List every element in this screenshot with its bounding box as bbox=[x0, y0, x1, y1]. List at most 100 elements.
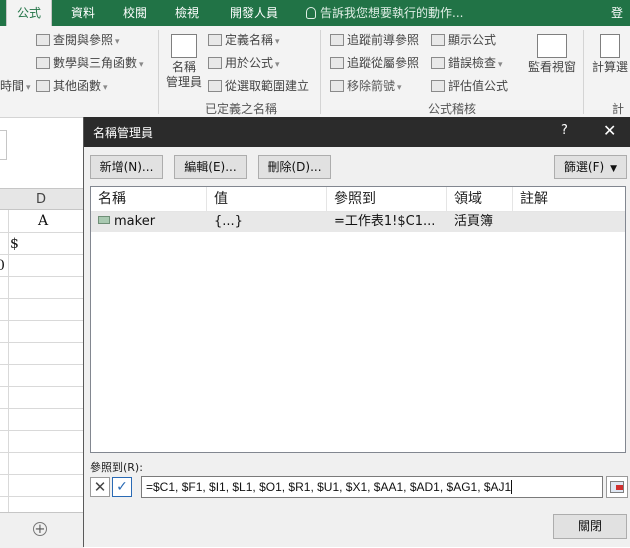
delete-button[interactable]: 刪除(D)... bbox=[258, 155, 331, 179]
close-icon[interactable]: ✕ bbox=[603, 121, 616, 140]
gridline bbox=[0, 232, 84, 233]
watch-window-button[interactable]: 監看視窗 bbox=[527, 34, 577, 75]
gridline bbox=[0, 342, 84, 343]
names-list-header: 名稱 值 參照到 領域 註解 bbox=[91, 187, 625, 212]
dialog-title: 名稱管理員 bbox=[93, 126, 154, 140]
row-refers-to: =工作表1!$C1... bbox=[334, 214, 436, 229]
define-name-label: 定義名稱 bbox=[225, 33, 274, 47]
show-formulas-button[interactable]: 顯示公式 bbox=[431, 30, 496, 50]
gridline bbox=[0, 474, 84, 475]
column-header-refers-to[interactable]: 參照到 bbox=[327, 187, 447, 211]
trace-dependents-button[interactable]: 追蹤從屬參照 bbox=[330, 53, 419, 73]
lookup-icon bbox=[36, 34, 50, 46]
evaluate-formula-button[interactable]: 評估值公式 bbox=[431, 76, 508, 96]
trace-dependents-icon bbox=[330, 57, 344, 69]
column-header-name[interactable]: 名稱 bbox=[91, 187, 207, 211]
new-button[interactable]: 新增(N)... bbox=[90, 155, 163, 179]
column-letter: D bbox=[36, 192, 47, 207]
tab-review[interactable]: 校閱 bbox=[112, 0, 158, 26]
error-checking-label: 錯誤檢查 bbox=[448, 56, 497, 70]
tell-me-box[interactable]: 告訴我您想要執行的動作... bbox=[306, 0, 463, 26]
datetime-button[interactable]: 時間 ▾ bbox=[0, 76, 31, 96]
row-scope: 活頁簿 bbox=[454, 214, 494, 229]
plus-icon[interactable]: + bbox=[33, 522, 47, 536]
gridline bbox=[8, 210, 9, 513]
ribbon-tab-bar: 公式 資料 校閱 檢視 開發人員 告訴我您想要執行的動作... 登入 bbox=[0, 0, 630, 46]
group-divider bbox=[320, 30, 321, 114]
column-header-scope[interactable]: 領域 bbox=[447, 187, 513, 211]
cell-value[interactable]: 0 bbox=[0, 258, 5, 274]
trace-precedents-label: 追蹤前導參照 bbox=[347, 33, 420, 47]
create-from-selection-label: 從選取範圍建立 bbox=[225, 79, 310, 93]
filter-label: 篩選(F) bbox=[563, 160, 605, 174]
checkmark-icon[interactable]: ✓ bbox=[112, 477, 132, 497]
trace-precedents-button[interactable]: 追蹤前導參照 bbox=[330, 30, 419, 50]
gridline bbox=[0, 298, 84, 299]
table-row[interactable]: maker {...} =工作表1!$C1... 活頁簿 bbox=[91, 212, 625, 232]
remove-arrows-label: 移除箭號 bbox=[347, 79, 396, 93]
cell-value[interactable]: A bbox=[38, 213, 48, 229]
cell-value[interactable]: $ bbox=[10, 236, 19, 252]
refers-to-input[interactable]: =$C1, $F1, $I1, $L1, $O1, $R1, $U1, $X1,… bbox=[141, 476, 603, 498]
dialog-title-bar[interactable]: 名稱管理員 ? ✕ bbox=[84, 117, 630, 147]
lookup-ref-button[interactable]: 查閱與參照 ▾ bbox=[36, 30, 120, 50]
calculation-options-button[interactable]: 計算選 bbox=[590, 34, 630, 75]
gridline bbox=[0, 320, 84, 321]
calculation-group-label: 計 bbox=[612, 102, 625, 116]
calculation-options-label: 計算選 bbox=[591, 60, 628, 74]
refers-to-label: 參照到(R): bbox=[90, 461, 143, 474]
tab-view[interactable]: 檢視 bbox=[164, 0, 210, 26]
math-trig-button[interactable]: 數學與三角函數 ▾ bbox=[36, 53, 144, 73]
column-header-value[interactable]: 值 bbox=[207, 187, 327, 211]
lightbulb-icon bbox=[306, 7, 316, 19]
define-name-button[interactable]: 定義名稱 ▾ bbox=[208, 30, 280, 50]
gridline bbox=[0, 496, 84, 497]
tab-data[interactable]: 資料 bbox=[60, 0, 106, 26]
collapse-dialog-icon[interactable] bbox=[606, 476, 628, 498]
row-comment bbox=[513, 212, 625, 232]
create-from-selection-button[interactable]: 從選取範圍建立 bbox=[208, 76, 309, 96]
gridline bbox=[0, 452, 84, 453]
text-cursor bbox=[511, 480, 513, 494]
gridline bbox=[0, 276, 84, 277]
tab-formulas[interactable]: 公式 bbox=[6, 0, 52, 27]
row-value: {...} bbox=[214, 214, 243, 229]
tell-me-text: 告訴我您想要執行的動作... bbox=[320, 6, 464, 20]
math-icon bbox=[36, 57, 50, 69]
edit-button[interactable]: 編輯(E)... bbox=[174, 155, 247, 179]
close-button[interactable]: 關閉 bbox=[553, 514, 627, 539]
name-box[interactable] bbox=[0, 130, 7, 160]
remove-arrows-button[interactable]: 移除箭號 ▾ bbox=[330, 76, 402, 96]
use-in-formula-button[interactable]: 用於公式 ▾ bbox=[208, 53, 280, 73]
group-divider bbox=[158, 30, 159, 114]
show-formulas-label: 顯示公式 bbox=[448, 33, 497, 47]
gridline bbox=[0, 254, 84, 255]
watch-window-label: 監看視窗 bbox=[527, 60, 576, 74]
more-functions-button[interactable]: 其他函數 ▾ bbox=[36, 76, 108, 96]
trace-precedents-icon bbox=[330, 34, 344, 46]
range-marker-icon bbox=[616, 485, 623, 490]
group-divider bbox=[583, 30, 584, 114]
sign-in-link[interactable]: 登入 bbox=[611, 0, 630, 46]
tab-developer[interactable]: 開發人員 bbox=[222, 0, 286, 26]
trace-dependents-label: 追蹤從屬參照 bbox=[347, 56, 420, 70]
gridline bbox=[0, 386, 84, 387]
name-tag-icon bbox=[98, 216, 110, 224]
x-icon[interactable]: ✕ bbox=[90, 477, 110, 497]
more-functions-label: 其他函數 bbox=[53, 79, 102, 93]
error-checking-button[interactable]: 錯誤檢查 ▾ bbox=[431, 53, 503, 73]
dropdown-arrow-icon: ▾ bbox=[275, 37, 280, 47]
datetime-label: 時間 bbox=[0, 79, 25, 93]
filter-button[interactable]: 篩選(F) ▼ bbox=[554, 155, 627, 179]
names-list[interactable]: 名稱 值 參照到 領域 註解 maker {...} =工作表1!$C1... … bbox=[90, 186, 626, 453]
evaluate-formula-icon bbox=[431, 80, 445, 92]
chevron-down-icon: ▼ bbox=[610, 164, 618, 174]
column-header-d[interactable]: D bbox=[0, 188, 84, 210]
use-in-formula-label: 用於公式 bbox=[225, 56, 274, 70]
column-header-comment[interactable]: 註解 bbox=[513, 187, 625, 211]
help-button[interactable]: ? bbox=[561, 123, 568, 138]
evaluate-formula-label: 評估值公式 bbox=[448, 79, 509, 93]
define-name-icon bbox=[208, 34, 222, 46]
name-manager-button[interactable]: 名稱 管理員 bbox=[164, 34, 204, 90]
dropdown-arrow-icon: ▾ bbox=[139, 60, 144, 70]
